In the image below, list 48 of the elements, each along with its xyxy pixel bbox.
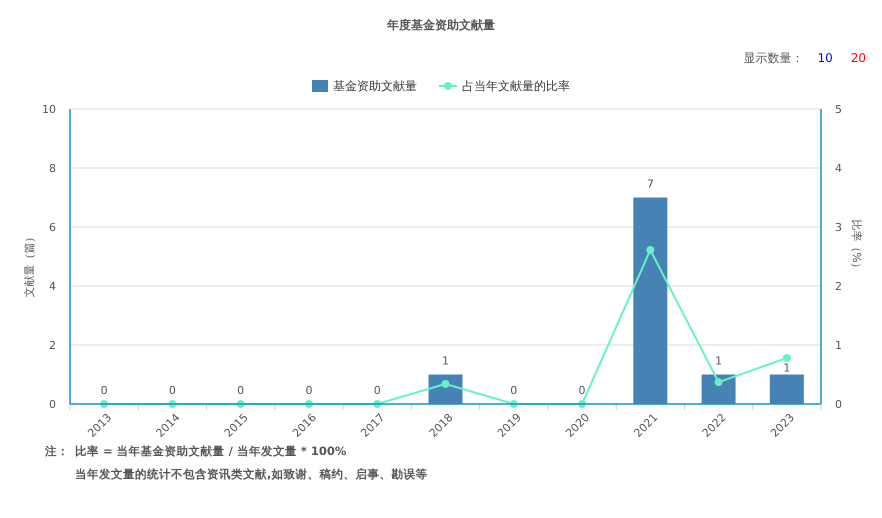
data-point bbox=[782, 354, 791, 362]
data-point bbox=[304, 400, 313, 408]
data-point bbox=[646, 246, 654, 254]
bar bbox=[770, 374, 804, 404]
axis-tick-label: 6 bbox=[49, 221, 56, 234]
axis-tick-label: 4 bbox=[835, 162, 842, 175]
data-label: 0 bbox=[374, 384, 381, 397]
axis-tick-label: 2 bbox=[835, 280, 842, 293]
axis-tick-label: 0 bbox=[49, 398, 56, 411]
data-label: 7 bbox=[646, 178, 654, 190]
note-label: 注： bbox=[45, 444, 69, 459]
bar-swatch-icon bbox=[312, 80, 328, 92]
axis-tick-label: 8 bbox=[49, 162, 56, 175]
note-text: 比率 = 当年基金资助文献量 / 当年发文量 * 100% bbox=[75, 444, 348, 459]
data-point bbox=[442, 380, 450, 388]
axis-tick-label: 10 bbox=[42, 103, 56, 116]
axis-title: 比率（%） bbox=[850, 219, 863, 274]
axis-title: 文献量（篇） bbox=[23, 232, 36, 298]
count-option[interactable]: 20 bbox=[846, 51, 870, 65]
axis-tick-label: 0 bbox=[835, 398, 842, 411]
data-label: 0 bbox=[168, 384, 176, 397]
data-point bbox=[578, 400, 586, 408]
axis-tick-label: 3 bbox=[835, 221, 842, 234]
data-label: 0 bbox=[237, 384, 244, 397]
data-point bbox=[168, 400, 176, 408]
data-point bbox=[510, 400, 518, 408]
data-point bbox=[373, 400, 382, 408]
line-marker-icon bbox=[439, 81, 457, 91]
count-option[interactable]: 10 bbox=[813, 51, 837, 65]
axis-tick-label: 1 bbox=[835, 339, 842, 352]
data-label: 0 bbox=[510, 384, 518, 397]
data-point bbox=[714, 378, 723, 386]
data-label: 0 bbox=[578, 384, 586, 397]
display-count-label: 显示数量： bbox=[743, 50, 804, 66]
note-text: 当年发文量的统计不包含资讯类文献,如致谢、稿约、启事、勘误等 bbox=[75, 467, 428, 482]
legend-item[interactable]: 占当年文献量的比率 bbox=[439, 77, 570, 95]
data-label: 1 bbox=[442, 354, 449, 368]
data-label: 1 bbox=[783, 362, 790, 374]
data-label: 1 bbox=[715, 354, 722, 368]
data-label: 0 bbox=[100, 384, 108, 397]
data-point bbox=[100, 400, 108, 408]
axis-tick-label: 4 bbox=[49, 280, 56, 293]
data-point bbox=[236, 400, 245, 408]
axis-tick-label: 2 bbox=[49, 339, 56, 352]
axis-tick-label: 5 bbox=[835, 103, 842, 116]
legend-item[interactable]: 基金资助文献量 bbox=[312, 77, 417, 95]
data-label: 0 bbox=[305, 384, 312, 397]
chart-title: 年度基金资助文献量 bbox=[386, 17, 496, 34]
